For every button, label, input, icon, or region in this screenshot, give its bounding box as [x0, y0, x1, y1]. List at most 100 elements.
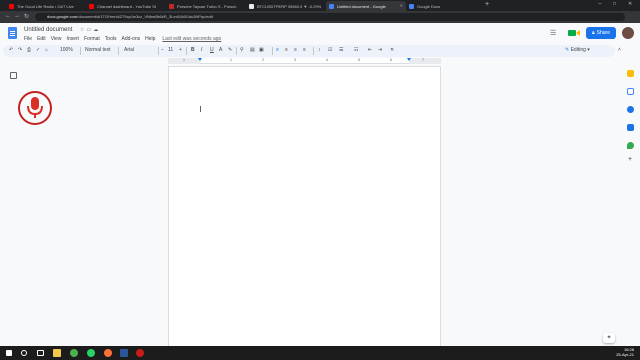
menu-file[interactable]: File: [24, 36, 32, 43]
forward-icon[interactable]: →: [14, 13, 20, 19]
divider: [80, 47, 81, 55]
redo-icon[interactable]: ↷: [18, 47, 22, 53]
line-spacing-icon[interactable]: ↕: [318, 47, 321, 53]
keep-icon[interactable]: [627, 70, 634, 77]
ruler-number: 7: [422, 58, 424, 62]
left-indent-marker[interactable]: [198, 58, 202, 61]
share-button[interactable]: 🔒︎ Share: [586, 27, 616, 39]
menu-help[interactable]: Help: [145, 36, 155, 43]
increase-indent-icon[interactable]: ⇥: [378, 47, 382, 53]
reload-icon[interactable]: ↻: [24, 13, 29, 20]
style-select[interactable]: Normal text: [85, 47, 111, 53]
word-icon[interactable]: [120, 349, 128, 357]
zoom-select[interactable]: 100%: [60, 47, 73, 53]
back-icon[interactable]: ←: [5, 13, 11, 19]
firefox-icon[interactable]: [104, 349, 112, 357]
font-size-decrease-icon[interactable]: −: [161, 47, 164, 53]
chevron-up-icon[interactable]: ˄: [618, 47, 621, 53]
justify-icon[interactable]: ≡: [303, 47, 306, 53]
comment-icon[interactable]: ▤: [250, 47, 255, 53]
pencil-icon: ✎: [565, 47, 570, 53]
ruler-number: 4: [326, 58, 328, 62]
avatar[interactable]: [622, 27, 634, 39]
document-title[interactable]: Untitled document: [24, 27, 72, 33]
explore-icon[interactable]: ✦: [603, 333, 615, 343]
link-icon[interactable]: ⚲: [240, 47, 244, 53]
opera-icon[interactable]: [136, 349, 144, 357]
tab-title: Untitled document - Google: [337, 3, 386, 9]
align-right-icon[interactable]: ≡: [294, 47, 297, 53]
contacts-icon[interactable]: [627, 124, 634, 131]
font-size-input[interactable]: 11: [168, 47, 173, 53]
print-icon[interactable]: ⎙: [27, 47, 31, 53]
task-view-icon[interactable]: [37, 350, 44, 356]
numbered-list-icon[interactable]: ☷: [354, 47, 358, 53]
tab-title: BTCUSDTPERP 39560.0 ▼ -0.29%: [257, 3, 322, 9]
url-field[interactable]: docs.google.com/document/d/1TGHmni4Z79cp…: [35, 13, 625, 21]
file-explorer-icon[interactable]: [53, 349, 61, 357]
last-edit-link[interactable]: Last edit was seconds ago: [162, 36, 221, 43]
clear-formatting-icon[interactable]: ✕: [390, 47, 394, 53]
decrease-indent-icon[interactable]: ⇤: [368, 47, 372, 53]
menu-insert[interactable]: Insert: [66, 36, 79, 43]
tradingview-icon: [249, 3, 254, 9]
underline-button[interactable]: U: [210, 47, 214, 53]
checklist-icon[interactable]: ☑: [328, 47, 332, 53]
divider: [313, 47, 314, 55]
meet-icon[interactable]: [568, 29, 582, 37]
image-icon[interactable]: ▣: [259, 47, 264, 53]
paint-format-icon[interactable]: ⌂: [45, 47, 48, 53]
font-size-increase-icon[interactable]: +: [179, 47, 182, 53]
ruler-margin-right: [409, 58, 441, 64]
comment-history-icon[interactable]: ☰: [550, 29, 556, 37]
browser-tab[interactable]: The Good Life Radio • 24/7 Live: [6, 1, 86, 11]
align-left-icon[interactable]: ≡: [276, 47, 279, 53]
right-indent-marker[interactable]: [407, 58, 411, 61]
align-center-icon[interactable]: ≡: [285, 47, 288, 53]
url-path: /document/d/1TGHmni4Z79cp1w3cz_VNbw0tt6k…: [77, 14, 213, 19]
browser-tab[interactable]: BTCUSDTPERP 39560.0 ▼ -0.29%: [246, 1, 326, 11]
undo-icon[interactable]: ↶: [9, 47, 13, 53]
menu-format[interactable]: Format: [84, 36, 100, 43]
highlight-icon[interactable]: ✎: [228, 47, 232, 53]
document-page[interactable]: [168, 66, 441, 356]
menu-view[interactable]: View: [51, 36, 62, 43]
microphone-icon: [27, 97, 43, 118]
close-window-icon[interactable]: ✕: [628, 1, 632, 7]
maximize-icon[interactable]: □: [613, 1, 616, 7]
document-outline-icon[interactable]: [10, 72, 17, 79]
minimize-icon[interactable]: ─: [598, 1, 602, 7]
bulleted-list-icon[interactable]: ☰: [339, 47, 343, 53]
youtube-icon: [89, 3, 94, 9]
voice-typing-mic-button[interactable]: [18, 91, 52, 125]
tab-title: Porsche Taycan Turbo S - Porsch: [177, 3, 237, 9]
search-icon[interactable]: [21, 350, 27, 356]
browser-tab[interactable]: Channel dashboard - YouTube St: [86, 1, 166, 11]
windows-start-icon[interactable]: [6, 350, 12, 356]
maps-icon[interactable]: [627, 142, 634, 149]
menu-tools[interactable]: Tools: [105, 36, 117, 43]
tasks-icon[interactable]: [627, 106, 634, 113]
menu-edit[interactable]: Edit: [37, 36, 46, 43]
close-tab-icon[interactable]: ✕: [400, 3, 403, 8]
horizontal-ruler[interactable]: 1 1 2 3 4 5 6 7: [168, 58, 441, 64]
browser-tab[interactable]: Google Docs: [406, 1, 484, 11]
docs-logo-icon[interactable]: [8, 27, 17, 39]
calendar-icon[interactable]: [627, 88, 634, 95]
divider: [272, 47, 273, 55]
whatsapp-icon[interactable]: [87, 349, 95, 357]
chrome-icon[interactable]: [70, 349, 78, 357]
bold-button[interactable]: B: [191, 47, 195, 53]
new-tab-button[interactable]: +: [485, 1, 489, 8]
text-color-icon[interactable]: A: [219, 47, 222, 53]
editing-mode-select[interactable]: ✎ Editing ▾: [565, 47, 590, 53]
menu-addons[interactable]: Add-ons: [121, 36, 140, 43]
system-clock[interactable]: 16:28 25-Apr-21: [616, 347, 634, 357]
italic-button[interactable]: I: [201, 47, 202, 53]
url-host: docs.google.com: [47, 14, 78, 19]
get-addons-icon[interactable]: +: [628, 156, 632, 163]
font-select[interactable]: Arial: [124, 47, 134, 53]
browser-tab[interactable]: Porsche Taycan Turbo S - Porsch: [166, 1, 246, 11]
spellcheck-icon[interactable]: ✓: [36, 47, 40, 53]
browser-tab-active[interactable]: Untitled document - Google ✕: [326, 1, 406, 11]
